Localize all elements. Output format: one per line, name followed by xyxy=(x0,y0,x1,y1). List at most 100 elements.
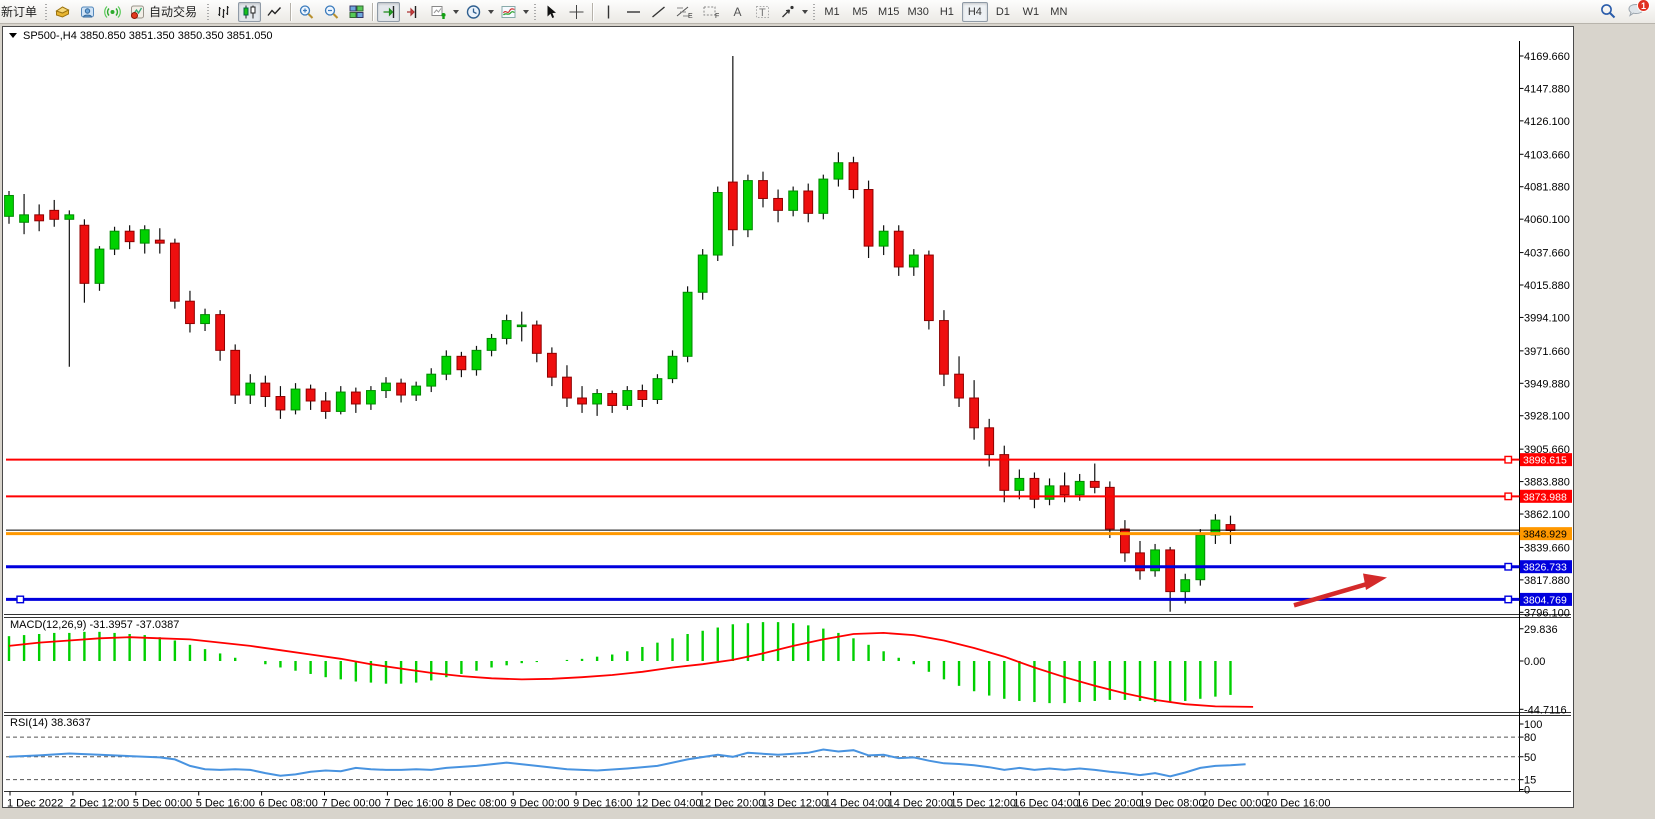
timeframe-h1-button[interactable]: H1 xyxy=(934,2,960,22)
search-button[interactable] xyxy=(1595,1,1621,21)
periods-dropdown-caret[interactable] xyxy=(488,10,494,14)
price-axis-label: 3839.660 xyxy=(1524,542,1570,554)
bull-candle xyxy=(246,383,255,395)
price-axis-label: 4126.100 xyxy=(1524,116,1570,128)
workspace-gutter xyxy=(1576,26,1655,810)
line-handle[interactable] xyxy=(17,596,24,603)
bear-candle xyxy=(155,240,164,243)
time-axis-label: 8 Dec 08:00 xyxy=(447,798,506,808)
templates-button[interactable] xyxy=(497,2,520,22)
bull-candle xyxy=(653,379,662,400)
toolbar-separator xyxy=(372,3,373,21)
text-label-tool-button[interactable]: T xyxy=(751,2,774,22)
price-axis-label: 3817.880 xyxy=(1524,575,1570,587)
price-axis-label: 4060.100 xyxy=(1524,214,1570,226)
svg-text:E: E xyxy=(688,13,693,20)
new-chart-dropdown-caret[interactable] xyxy=(453,10,459,14)
time-axis: 1 Dec 20222 Dec 12:005 Dec 00:005 Dec 16… xyxy=(7,792,1330,808)
market-watch-button[interactable] xyxy=(51,2,74,22)
cursor-icon xyxy=(543,4,560,20)
price-axis-label: 4147.880 xyxy=(1524,83,1570,95)
trendline-tool-button[interactable] xyxy=(647,2,670,22)
bull-candle xyxy=(487,338,496,350)
new-order-button[interactable]: 新订单 xyxy=(0,2,41,22)
timeframe-m15-button[interactable]: M15 xyxy=(875,2,902,22)
arrows-tool-button[interactable] xyxy=(776,2,799,22)
text-tool-button[interactable]: A xyxy=(726,2,749,22)
chart-canvas[interactable]: 4169.6604147.8804126.1004103.6604081.880… xyxy=(3,27,1573,807)
channel-icon: F xyxy=(702,4,721,20)
periods-button[interactable] xyxy=(462,2,485,22)
bull-candle xyxy=(1181,580,1190,592)
bear-candle xyxy=(970,398,979,428)
candlestick-chart-button[interactable] xyxy=(238,2,261,22)
new-chart-button[interactable] xyxy=(427,2,450,22)
notifications-button[interactable]: 1 xyxy=(1623,1,1649,21)
line-handle[interactable] xyxy=(1505,596,1512,603)
macd-pane: 29.8360.00-44.7116 xyxy=(9,622,1567,716)
time-axis-label: 14 Dec 04:00 xyxy=(825,798,890,808)
toolbar-grip xyxy=(533,4,537,20)
bull-candle xyxy=(789,191,798,210)
rsi-indicator-label: RSI(14) 38.3637 xyxy=(10,717,91,729)
pane-frames xyxy=(4,41,1571,792)
bear-candle xyxy=(849,163,858,190)
tile-windows-button[interactable] xyxy=(345,2,368,22)
rsi-pane: 1008050150 xyxy=(6,719,1542,797)
bull-candle xyxy=(5,195,14,216)
autotrading-button[interactable]: 自动交易 xyxy=(126,2,203,22)
data-window-button[interactable] xyxy=(76,2,99,22)
timeframe-m30-button[interactable]: M30 xyxy=(904,2,931,22)
fibonacci-icon: E xyxy=(675,4,694,20)
channel-tool-button[interactable]: F xyxy=(699,2,724,22)
line-handle[interactable] xyxy=(1505,493,1512,500)
time-axis-label: 7 Dec 00:00 xyxy=(322,798,381,808)
price-axis-label: 3862.100 xyxy=(1524,509,1570,521)
bull-candle xyxy=(668,356,677,378)
bear-candle xyxy=(261,383,270,396)
timeframe-d1-button[interactable]: D1 xyxy=(990,2,1016,22)
bull-candle xyxy=(472,350,481,369)
templates-dropdown-caret[interactable] xyxy=(523,10,529,14)
bull-candle xyxy=(593,394,602,404)
signals-button[interactable] xyxy=(101,2,124,22)
time-axis-label: 20 Dec 00:00 xyxy=(1202,798,1267,808)
timeframe-h4-button[interactable]: H4 xyxy=(962,2,988,22)
line-handle[interactable] xyxy=(1505,456,1512,463)
chart-shift-button[interactable] xyxy=(402,2,425,22)
bar-chart-icon xyxy=(216,4,233,20)
timeframe-mn-button[interactable]: MN xyxy=(1046,2,1072,22)
bear-candle xyxy=(50,210,59,219)
bear-candle xyxy=(125,231,134,241)
time-axis-label: 16 Dec 20:00 xyxy=(1076,798,1141,808)
bull-candle xyxy=(291,389,300,410)
zoom-in-button[interactable] xyxy=(295,2,318,22)
vertical-line-tool-button[interactable] xyxy=(597,2,620,22)
bear-candle xyxy=(774,198,783,210)
bear-candle xyxy=(1090,481,1099,487)
price-axis-label: 4037.660 xyxy=(1524,248,1570,260)
cursor-tool-button[interactable] xyxy=(540,2,563,22)
price-axis-label: 3883.880 xyxy=(1524,477,1570,489)
bull-candle xyxy=(65,215,74,219)
arrows-icon xyxy=(779,4,796,20)
price-axis-label: 4169.660 xyxy=(1524,51,1570,63)
auto-scroll-button[interactable] xyxy=(377,2,400,22)
line-handle[interactable] xyxy=(1505,563,1512,570)
bear-candle xyxy=(276,397,285,410)
toolbar-right-group: 1 xyxy=(1594,1,1651,21)
bull-candle xyxy=(336,392,345,411)
timeframe-m5-button[interactable]: M5 xyxy=(847,2,873,22)
arrows-dropdown-caret[interactable] xyxy=(802,10,808,14)
price-axis-label: 3971.660 xyxy=(1524,346,1570,358)
timeframe-m1-button[interactable]: M1 xyxy=(819,2,845,22)
horizontal-line-tool-button[interactable] xyxy=(622,2,645,22)
bar-chart-button[interactable] xyxy=(213,2,236,22)
line-chart-button[interactable] xyxy=(263,2,286,22)
fibonacci-tool-button[interactable]: E xyxy=(672,2,697,22)
zoom-out-button[interactable] xyxy=(320,2,343,22)
bear-candle xyxy=(985,428,994,455)
timeframe-w1-button[interactable]: W1 xyxy=(1018,2,1044,22)
crosshair-tool-button[interactable] xyxy=(565,2,588,22)
bull-candle xyxy=(412,386,421,395)
